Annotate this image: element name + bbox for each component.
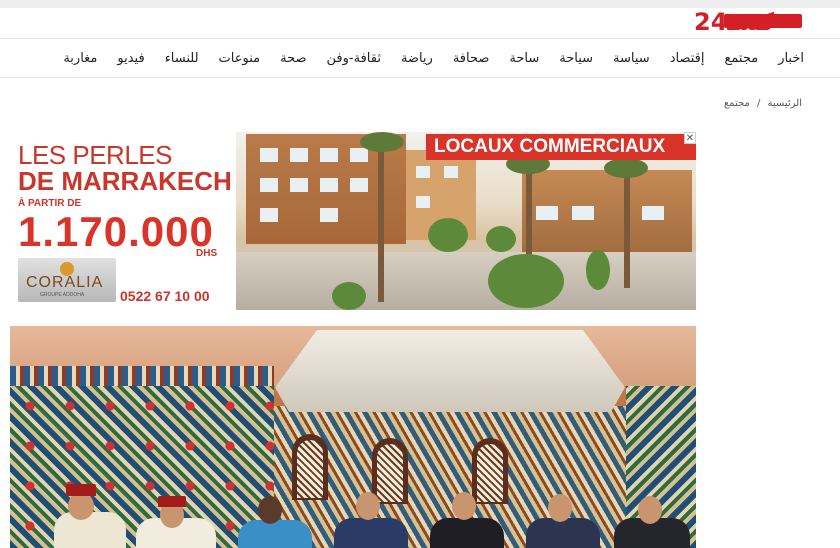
nav-item-tourism[interactable]: سياحة xyxy=(559,51,593,66)
nav-item-culture[interactable]: ثقافة-وفن xyxy=(327,51,381,66)
nav-item-health[interactable]: صحة xyxy=(280,51,306,66)
breadcrumb: الرئيسية / مجتمع xyxy=(720,98,802,109)
ad-text-panel: LES PERLES DE MARRAKECH À PARTIR DE 1.17… xyxy=(10,132,236,310)
logo-text: 24كشـ xyxy=(694,8,775,36)
person-head xyxy=(638,496,662,524)
nav-item-press[interactable]: صحافة xyxy=(453,51,490,66)
person-head xyxy=(356,492,380,520)
ad-brand: CORALIA xyxy=(26,274,104,291)
person-head xyxy=(68,492,94,520)
person xyxy=(54,512,126,548)
nav-item-square[interactable]: ساحة xyxy=(509,51,539,66)
arch-window xyxy=(472,438,508,504)
ad-phone: 0522 67 10 00 xyxy=(120,288,210,304)
arch-window xyxy=(292,434,328,500)
ad-close-icon[interactable]: ✕ xyxy=(684,132,696,144)
person xyxy=(430,518,504,548)
person xyxy=(526,518,600,548)
nav-item-sports[interactable]: رياضة xyxy=(401,51,433,66)
site-logo[interactable]: 24كشـ xyxy=(694,6,804,38)
breadcrumb-current[interactable]: مجتمع xyxy=(724,98,750,109)
nav-item-politics[interactable]: سياسة xyxy=(613,51,650,66)
person-head xyxy=(452,492,476,520)
nav-item-society[interactable]: مجتمع xyxy=(724,51,758,66)
ad-photo: LOCAUX COMMERCIAUX xyxy=(236,132,696,310)
fez-hat xyxy=(158,496,186,507)
person xyxy=(334,518,408,548)
nav-item-misc[interactable]: منوعات xyxy=(219,51,261,66)
nav-item-women[interactable]: للنساء xyxy=(165,51,199,66)
nav-item-economy[interactable]: إقتصاد xyxy=(670,51,705,66)
ad-price: 1.170.000 xyxy=(18,208,214,255)
ad-currency: DHS xyxy=(196,248,218,259)
person-head xyxy=(548,494,572,522)
nav-item-moroccans[interactable]: مغاربة xyxy=(63,51,97,66)
breadcrumb-home[interactable]: الرئيسية xyxy=(768,98,802,109)
ad-banner[interactable]: LES PERLES DE MARRAKECH À PARTIR DE 1.17… xyxy=(10,132,696,310)
ad-headline: LOCAUX COMMERCIAUX xyxy=(426,134,696,160)
nav-item-video[interactable]: فيديو xyxy=(117,51,144,66)
person xyxy=(238,520,312,548)
fez-hat xyxy=(66,484,96,496)
nav-item-news[interactable]: اخبار xyxy=(778,51,804,66)
breadcrumb-separator: / xyxy=(756,98,761,109)
person-head xyxy=(258,496,282,524)
hero-ceiling xyxy=(275,330,625,412)
hero-tile-band xyxy=(10,366,274,386)
building-right xyxy=(522,170,692,260)
coralia-logo: CORALIA GROUPE ADDOHA xyxy=(18,258,116,302)
article-hero-image[interactable] xyxy=(10,326,696,548)
ad-brand-sub: GROUPE ADDOHA xyxy=(40,292,85,298)
main-nav: اخبار مجتمع إقتصاد سياسة سياحة ساحة صحاف… xyxy=(0,38,840,78)
ad-title-line2: DE MARRAKECH xyxy=(18,166,232,196)
arch-window xyxy=(372,438,408,504)
